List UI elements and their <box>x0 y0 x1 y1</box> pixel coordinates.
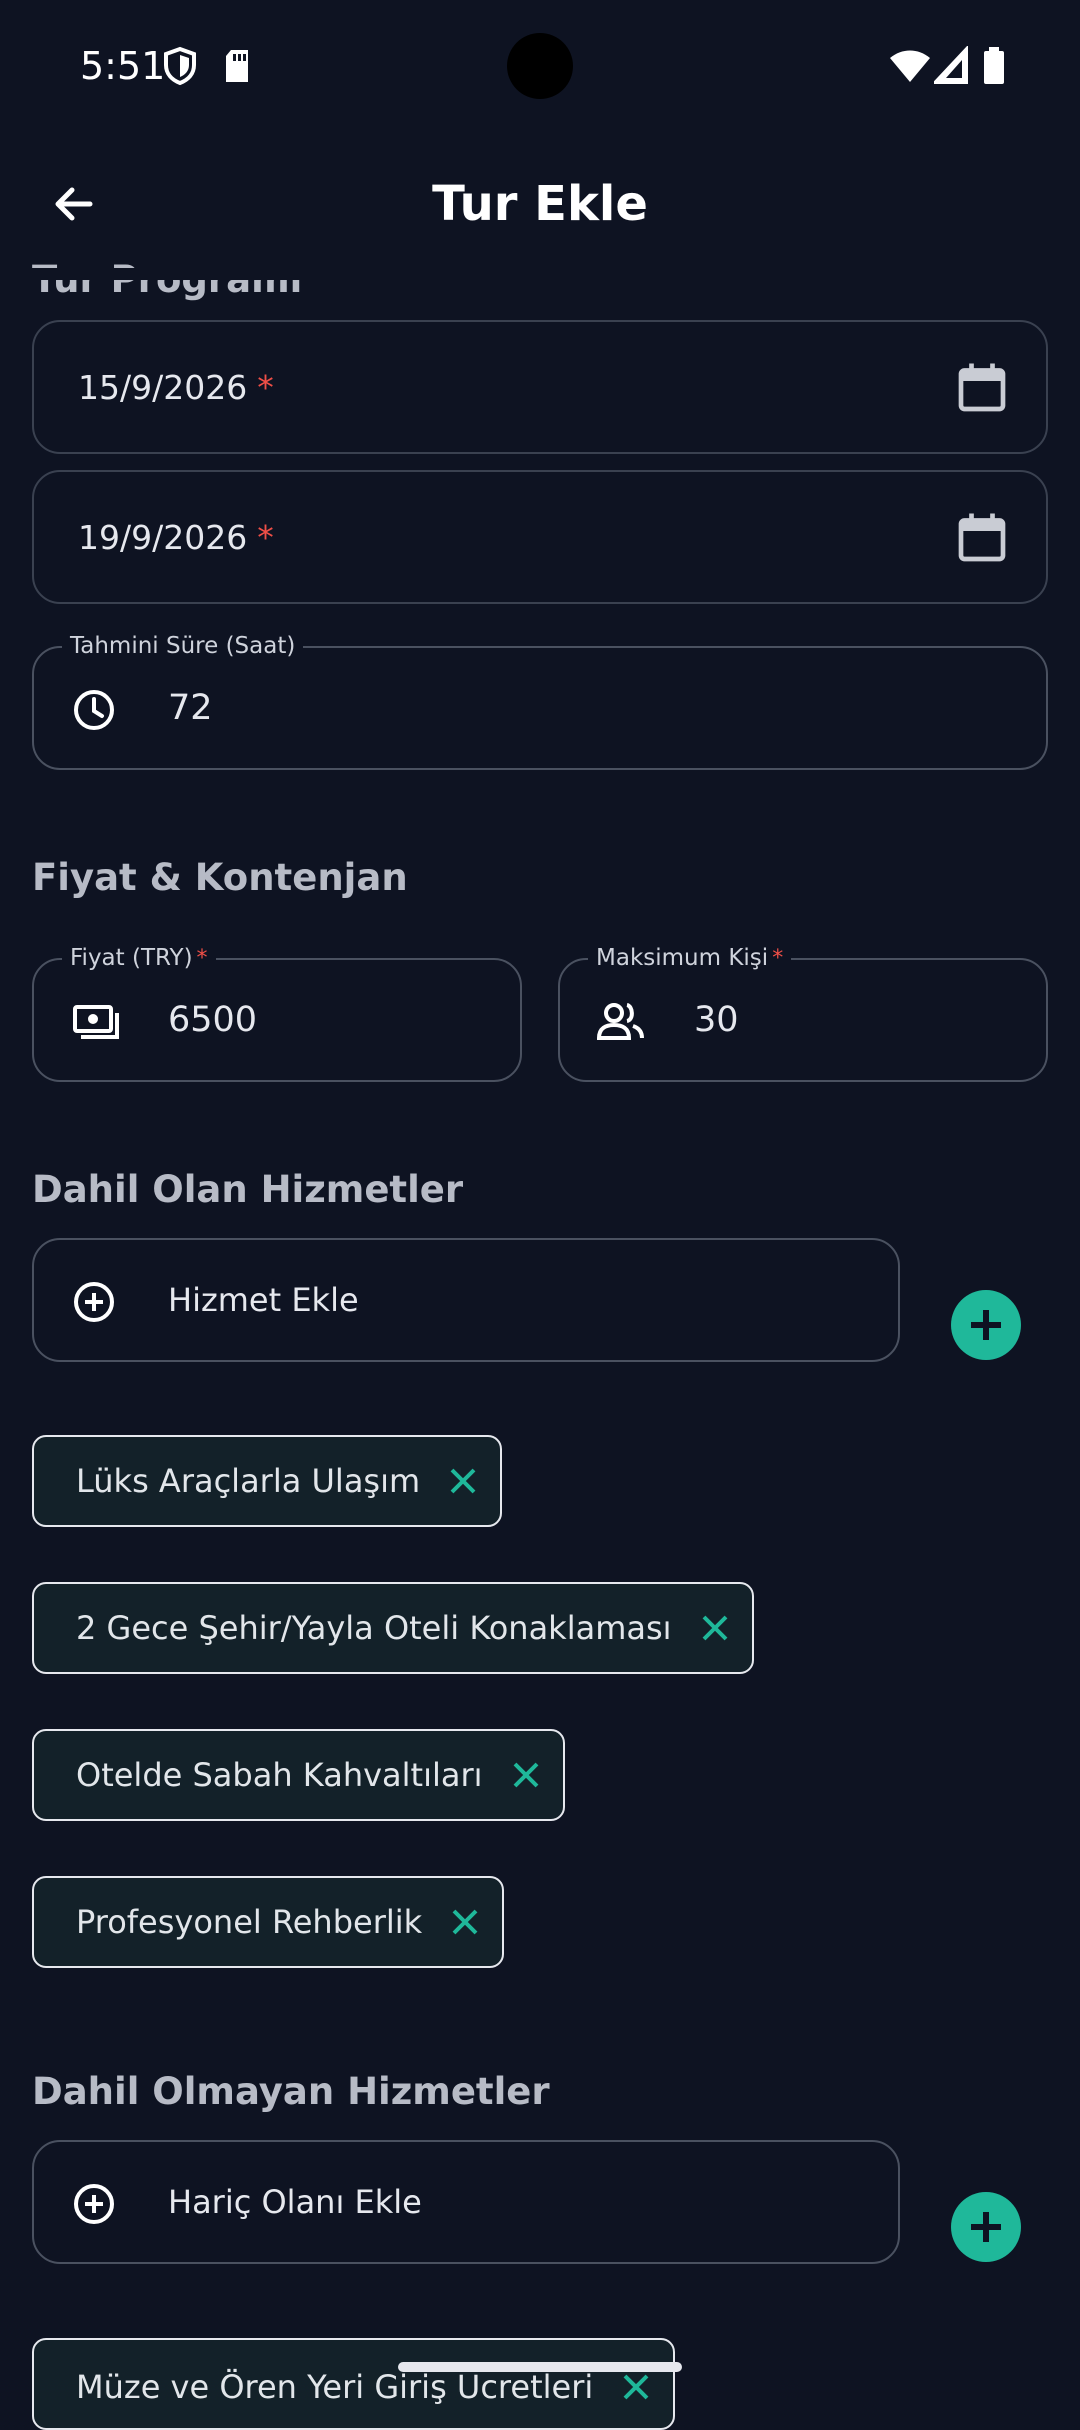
chip-label: Müze ve Ören Yeri Giriş Ücretleri <box>76 2368 594 2406</box>
sd-card-icon <box>226 50 248 82</box>
duration-label: Tahmini Süre (Saat) <box>62 632 304 660</box>
section-title-included: Dahil Olan Hizmetler <box>32 1168 464 1211</box>
price-value: 6500 <box>168 1000 258 1040</box>
close-icon[interactable] <box>621 2372 651 2402</box>
add-service-button[interactable] <box>951 1290 1021 1360</box>
chip-label: Lüks Araçlarla Ulaşım <box>76 1462 421 1500</box>
add-circle-icon <box>74 2184 114 2224</box>
chip-label: Otelde Sabah Kahvaltıları <box>76 1756 483 1794</box>
duration-value: 72 <box>168 688 213 728</box>
plus-icon <box>971 2212 1001 2242</box>
calendar-icon[interactable] <box>954 510 1010 566</box>
section-title-tour-program: Tur Programı <box>32 256 302 304</box>
max-people-field[interactable]: Maksimum Kişi * 30 <box>558 944 1048 1082</box>
included-chip: Lüks Araçlarla Ulaşım <box>32 1435 503 1527</box>
required-mark: * <box>257 368 274 407</box>
duration-field[interactable]: Tahmini Süre (Saat) 72 <box>32 632 1048 770</box>
included-chip: 2 Gece Şehir/Yayla Oteli Konaklaması <box>32 1582 754 1674</box>
price-field[interactable]: Fiyat (TRY) * 6500 <box>32 944 522 1082</box>
max-people-label: Maksimum Kişi * <box>588 944 792 973</box>
close-icon[interactable] <box>700 1613 730 1643</box>
required-mark: * <box>257 518 274 557</box>
end-date-field[interactable]: 19/9/2026 * <box>32 470 1048 604</box>
included-chip: Otelde Sabah Kahvaltıları <box>32 1729 565 1821</box>
status-time: 5:51 <box>80 44 166 88</box>
battery-icon <box>984 47 1004 84</box>
section-title-excluded: Dahil Olmayan Hizmetler <box>32 2070 550 2113</box>
chip-label: Profesyonel Rehberlik <box>76 1903 423 1941</box>
cash-icon <box>73 1005 119 1039</box>
add-excluded-input[interactable]: Hariç Olanı Ekle <box>32 2140 900 2264</box>
max-people-value: 30 <box>694 1000 739 1040</box>
wifi-icon <box>890 50 930 82</box>
included-chip: Profesyonel Rehberlik <box>32 1876 505 1968</box>
add-service-input[interactable]: Hizmet Ekle <box>32 1238 900 1362</box>
gesture-home-indicator[interactable] <box>398 2362 682 2372</box>
add-service-placeholder: Hizmet Ekle <box>168 1281 359 1319</box>
add-excluded-button[interactable] <box>951 2192 1021 2262</box>
add-circle-icon <box>74 1282 114 1322</box>
close-icon[interactable] <box>448 1466 478 1496</box>
price-label: Fiyat (TRY) * <box>62 944 216 973</box>
chip-label: 2 Gece Şehir/Yayla Oteli Konaklaması <box>76 1609 672 1647</box>
close-icon[interactable] <box>450 1907 480 1937</box>
end-date-value: 19/9/2026 <box>78 518 248 557</box>
section-title-pricing: Fiyat & Kontenjan <box>32 856 408 899</box>
front-camera <box>507 33 573 99</box>
clock-icon <box>74 690 114 730</box>
calendar-icon[interactable] <box>954 360 1010 416</box>
app-bar-edge <box>0 268 1080 280</box>
excluded-chip: Müze ve Ören Yeri Giriş Ücretleri <box>32 2338 676 2430</box>
plus-icon <box>971 1310 1001 1340</box>
shield-icon <box>164 46 196 86</box>
people-icon <box>596 1003 644 1040</box>
start-date-field[interactable]: 15/9/2026 * <box>32 320 1048 454</box>
page-title: Tur Ekle <box>432 176 648 232</box>
add-excluded-placeholder: Hariç Olanı Ekle <box>168 2183 422 2221</box>
signal-icon <box>934 46 968 84</box>
close-icon[interactable] <box>511 1760 541 1790</box>
start-date-value: 15/9/2026 <box>78 368 248 407</box>
